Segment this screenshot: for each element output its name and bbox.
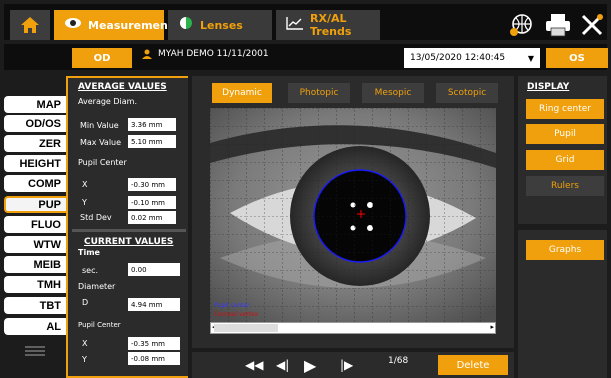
nav-wtw[interactable]: WTW — [4, 236, 66, 253]
d-label: D — [82, 298, 89, 307]
legend-corneal-vertex: Corneal vertex — [214, 311, 259, 318]
exam-date-select[interactable]: 13/05/2020 12:40:45 ▼ — [404, 48, 540, 68]
sec-label: sec. — [82, 266, 99, 275]
tab-label: RX/AL Trends — [310, 12, 352, 38]
delete-button[interactable]: Delete — [438, 355, 508, 375]
list-menu-icon — [25, 346, 45, 356]
eye-icon — [64, 17, 82, 33]
step-back-button[interactable]: ◀| — [276, 355, 289, 375]
cur-x-label: X — [82, 339, 88, 348]
user-icon — [142, 49, 152, 59]
step-forward-icon: |▶ — [340, 358, 354, 372]
nav-meib[interactable]: MEIB — [4, 256, 66, 273]
min-value-label: Min Value — [80, 121, 119, 130]
cur-y-field: -0.08 mm — [128, 352, 180, 365]
od-button[interactable]: OD — [72, 48, 132, 68]
cur-x-field: -0.35 mm — [128, 337, 180, 350]
rewind-button[interactable]: ◀◀ — [245, 355, 263, 375]
std-dev-label: Std Dev — [80, 213, 112, 222]
scroll-thumb[interactable] — [214, 324, 278, 332]
avg-y-field: -0.10 mm — [128, 196, 176, 209]
display-title: DISPLAY — [527, 82, 570, 92]
ring-center-button[interactable]: Ring center — [526, 99, 604, 119]
home-icon — [21, 17, 39, 33]
mode-dynamic[interactable]: Dynamic — [212, 83, 272, 103]
mode-photopic[interactable]: Photopic — [288, 83, 350, 103]
globe-gear-icon — [510, 14, 532, 36]
max-value-field: 5.10 mm — [128, 135, 176, 148]
os-button[interactable]: OS — [546, 48, 608, 68]
nav-more-button[interactable] — [12, 342, 58, 360]
d-field: 4.94 mm — [128, 298, 180, 311]
nav-pup[interactable]: PUP — [4, 196, 66, 213]
graphs-button[interactable]: Graphs — [526, 240, 604, 260]
exam-date-value: 13/05/2020 12:40:45 — [410, 53, 506, 63]
frame-counter: 1/68 — [388, 356, 409, 366]
home-button[interactable] — [10, 10, 50, 40]
chevron-down-icon: ▼ — [527, 53, 534, 63]
cur-y-label: Y — [82, 355, 87, 364]
average-diam-label: Average Diam. — [78, 97, 138, 106]
printer-icon — [546, 14, 570, 37]
nav-al[interactable]: AL — [4, 318, 66, 335]
nav-tmh[interactable]: TMH — [4, 276, 66, 293]
tools-button[interactable] — [580, 10, 604, 40]
min-value-field: 3.36 mm — [128, 118, 176, 131]
rulers-button[interactable]: Rulers — [526, 176, 604, 196]
avg-x-field: -0.30 mm — [128, 178, 176, 191]
divider — [72, 229, 186, 232]
tab-rx-al-trends[interactable]: RX/AL Trends — [276, 10, 380, 40]
average-values-title: AVERAGE VALUES — [78, 82, 167, 92]
legend-pupil-center: Pupil center — [214, 302, 250, 309]
patient-name: MYAH DEMO 11/11/2001 — [158, 49, 269, 59]
sec-field: 0.00 — [128, 263, 180, 276]
time-label: Time — [78, 248, 100, 257]
grid-button[interactable]: Grid — [526, 150, 604, 170]
avg-pupil-center-label: Pupil Center — [78, 158, 127, 167]
std-dev-field: 0.02 mm — [128, 211, 176, 224]
globe-settings-button[interactable] — [508, 10, 534, 40]
tab-measurements[interactable]: Measurements — [54, 10, 180, 40]
patient-info: MYAH DEMO 11/11/2001 — [142, 49, 269, 59]
step-forward-button[interactable]: |▶ — [340, 355, 353, 375]
tab-label: Lenses — [200, 18, 243, 32]
nav-comp[interactable]: COMP — [4, 175, 66, 192]
nav-fluo[interactable]: FLUO — [4, 216, 66, 233]
pupil-button[interactable]: Pupil — [526, 124, 604, 144]
wrench-screwdriver-icon — [581, 14, 603, 36]
play-icon: ▶ — [304, 355, 317, 375]
image-scrollbar[interactable]: ◂ ▸ — [210, 322, 496, 334]
nav-zer[interactable]: ZER — [4, 135, 66, 152]
nav-od-os[interactable]: OD/OS — [4, 115, 66, 132]
max-value-label: Max Value — [80, 138, 122, 147]
cur-pupil-center-label: Pupil Center — [78, 321, 121, 329]
nav-tbt[interactable]: TBT — [4, 297, 66, 314]
lens-icon — [178, 16, 194, 34]
current-values-title: CURRENT VALUES — [84, 237, 174, 247]
scroll-right-icon[interactable]: ▸ — [490, 323, 494, 331]
tab-lenses[interactable]: Lenses — [168, 10, 272, 40]
play-button[interactable]: ▶ — [304, 355, 316, 375]
avg-y-label: Y — [82, 198, 87, 207]
rewind-icon: ◀◀ — [245, 358, 264, 372]
trend-chart-icon — [286, 16, 304, 34]
pupil-image[interactable]: Pupil center Corneal vertex — [210, 108, 496, 322]
mode-mesopic[interactable]: Mesopic — [362, 83, 424, 103]
diameter-label: Diameter — [78, 282, 116, 291]
eye-photo — [210, 108, 496, 322]
mode-scotopic[interactable]: Scotopic — [436, 83, 498, 103]
tab-label: Measurements — [88, 18, 180, 32]
print-button[interactable] — [545, 10, 571, 40]
avg-x-label: X — [82, 180, 88, 189]
step-back-icon: ◀| — [276, 358, 290, 372]
nav-height[interactable]: HEIGHT — [4, 155, 66, 172]
nav-map[interactable]: MAP — [4, 96, 66, 113]
